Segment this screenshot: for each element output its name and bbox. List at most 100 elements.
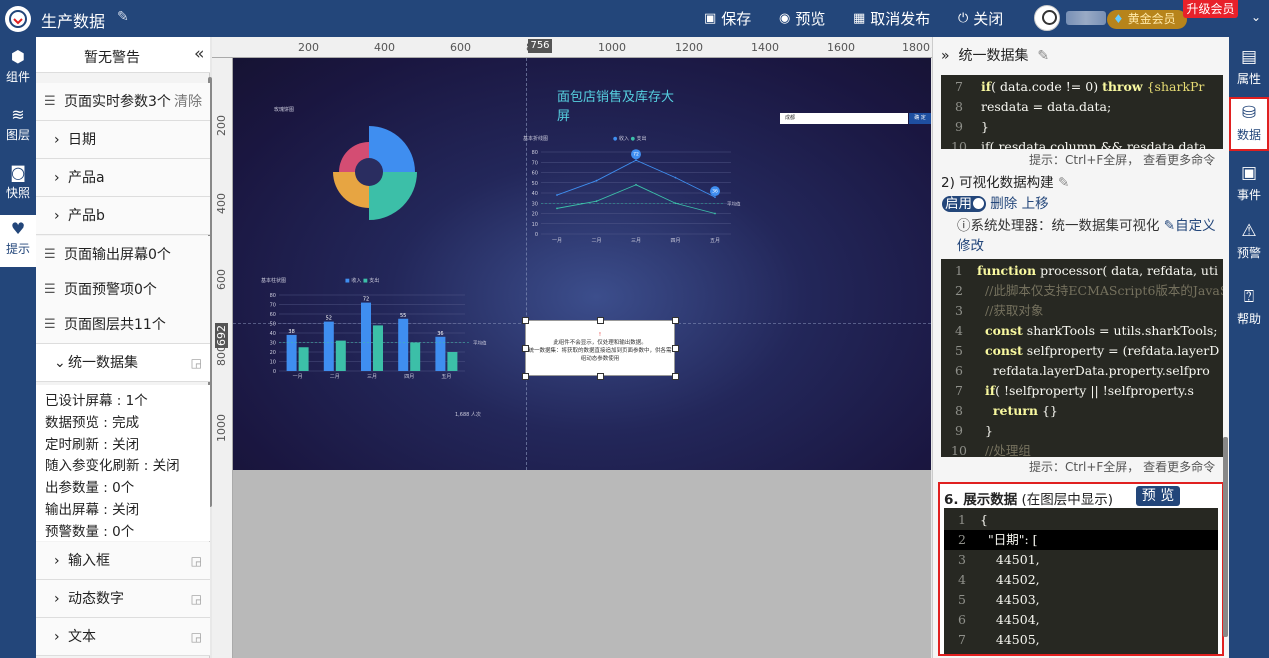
x-tick-label: 一月	[552, 238, 562, 244]
section-title: 6. 展示数据 (在图层中显示)	[944, 492, 1114, 508]
screen-title[interactable]: 面包店销售及库存大屏	[557, 86, 675, 124]
param-item[interactable]: › 日期	[36, 121, 210, 159]
y-tick-label: 0	[535, 232, 538, 238]
unpublish-button[interactable]: ▦ 取消发布	[853, 8, 930, 29]
params-row[interactable]: ☰ 页面实时参数3个 清除	[36, 83, 210, 121]
data-point	[714, 212, 716, 215]
dataset-row[interactable]: ⌄ 统一数据集 ◲	[36, 344, 210, 382]
line-legend: ● 收入 ● 支出	[613, 136, 647, 142]
y-tick-label: 50	[532, 181, 538, 187]
locate-icon[interactable]: ◲	[191, 344, 202, 382]
save-button[interactable]: ▣ 保存	[704, 8, 751, 29]
close-button[interactable]: ⏻ 关闭	[958, 8, 1003, 29]
layers-row[interactable]: ☰ 页面图层共11个	[36, 306, 210, 344]
clear-button[interactable]: 清除	[174, 83, 202, 121]
rail-help[interactable]: ⍰ 帮助	[1229, 283, 1269, 333]
json-viewer[interactable]: 1{ 2 "日期": [ 3 44501, 4 44502, 5 44503, …	[944, 508, 1218, 654]
edit-title-icon[interactable]: ✎	[117, 9, 129, 25]
cube-icon: ⬢	[11, 47, 25, 66]
rail-alerts[interactable]: ⚠ 预警	[1229, 217, 1269, 267]
resize-handle[interactable]	[597, 317, 604, 324]
resize-handle[interactable]	[522, 345, 529, 352]
resize-handle[interactable]	[522, 373, 529, 380]
edit-icon[interactable]: ✎	[1037, 48, 1049, 64]
upgrade-button[interactable]: 升级会员	[1183, 0, 1238, 18]
data-label: 38	[288, 329, 294, 335]
component-item[interactable]: › 输入框 ◲	[36, 542, 210, 580]
rail-properties[interactable]: ▤ 属性	[1229, 43, 1269, 93]
rail-data[interactable]: ⛁ 数据	[1229, 97, 1269, 151]
panel-header: » 统一数据集 ✎	[941, 48, 1050, 64]
locate-icon[interactable]: ◲	[191, 580, 202, 618]
rail-snapshot[interactable]: ◙ 快照	[0, 159, 36, 209]
panel-header: 暂无警告 «	[36, 37, 210, 73]
resize-handle[interactable]	[672, 317, 679, 324]
x-tick-label: 二月	[330, 374, 340, 380]
custom-link[interactable]: ✎自定义	[1164, 218, 1216, 234]
locate-icon[interactable]: ◲	[191, 542, 202, 580]
locate-icon[interactable]: ◲	[191, 618, 202, 656]
rail-tips[interactable]: ♥ 提示	[0, 215, 36, 267]
bar-chart[interactable]: 80 70 60 50 40 30 20 10 0 一月 38 二月 52 三月 72 四月 55 五月 36 平均值	[259, 286, 499, 382]
city-input[interactable]: 成都	[780, 113, 908, 124]
resize-handle[interactable]	[672, 345, 679, 352]
layers-icon: ≋	[11, 105, 25, 124]
output-screens-row[interactable]: ☰ 页面输出屏幕0个	[36, 236, 210, 274]
rose-pie-chart[interactable]	[333, 124, 423, 224]
rail-events[interactable]: ▣ 事件	[1229, 159, 1269, 209]
bar	[410, 342, 421, 371]
moveup-link[interactable]: 上移	[1022, 196, 1049, 212]
dataset-details: 已设计屏幕 : 1个 数据预览 : 完成 定时刷新 : 关闭 随入参变化刷新 :…	[36, 385, 210, 541]
event-icon: ▣	[1240, 163, 1258, 183]
left-rail: ⬢ 组件 ≋ 图层 ◙ 快照 ♥ 提示	[0, 37, 36, 658]
camera-icon: ◙	[10, 163, 26, 182]
code-editor[interactable]: 7 if( data.code != 0) throw {sharkPr 8 r…	[941, 75, 1223, 149]
chevron-down-icon[interactable]: ⌄	[1251, 10, 1261, 24]
qrcode-icon: ▦	[853, 11, 866, 26]
step-controls: 启用 删除 上移	[942, 192, 1049, 212]
preview-button[interactable]: ◉ 预览	[779, 8, 825, 29]
x-tick-label: 五月	[441, 374, 451, 380]
y-tick-label: 20	[270, 350, 276, 356]
param-item[interactable]: › 产品b	[36, 197, 210, 235]
processor-code-editor[interactable]: 1 function processor( data, refdata, uti …	[941, 259, 1223, 457]
edit-icon[interactable]: ✎	[1058, 175, 1069, 191]
member-badge[interactable]: ♦ 黄金会员	[1107, 10, 1187, 29]
confirm-button[interactable]: 确 定	[909, 113, 931, 124]
preview-data-button[interactable]: 预 览	[1136, 486, 1180, 506]
bar-legend: ■ 收入 ■ 支出	[345, 278, 380, 284]
resize-handle[interactable]	[522, 317, 529, 324]
delete-link[interactable]: 删除	[990, 196, 1017, 212]
alerts-row[interactable]: ☰ 页面预警项0个	[36, 271, 210, 309]
canvas-backdrop	[233, 470, 931, 658]
component-item[interactable]: › 动态数字 ◲	[36, 580, 210, 618]
guide-line	[526, 58, 527, 470]
expand-icon[interactable]: »	[941, 48, 950, 64]
y-tick-label: 60	[270, 312, 276, 318]
bar	[286, 334, 297, 371]
series-line	[556, 184, 716, 214]
bar-chart-title: 基本柱状图	[261, 278, 287, 284]
dataset-component[interactable]: ! 此组件不会显示，仅处理和输出数据。 统一数据集：将获取的数据直接追加到页面参…	[522, 317, 679, 380]
rail-components[interactable]: ⬢ 组件	[0, 43, 36, 93]
bar	[298, 347, 309, 371]
y-tick-label: 60	[532, 171, 538, 177]
rail-layers[interactable]: ≋ 图层	[0, 101, 36, 151]
y-tick-label: 70	[532, 160, 538, 166]
resize-handle[interactable]	[672, 373, 679, 380]
pin-label: 72	[633, 152, 639, 158]
param-item[interactable]: › 产品a	[36, 159, 210, 197]
avatar[interactable]	[1034, 5, 1060, 31]
component-item[interactable]: › 文本 ◲	[36, 618, 210, 656]
chevron-right-icon: ›	[54, 591, 60, 607]
line-chart[interactable]: 80 70 60 50 40 30 20 10 0 一月 二月 三月 四月 五月 平均值 72 36	[521, 144, 751, 244]
resize-handle[interactable]	[597, 373, 604, 380]
design-canvas[interactable]: 面包店销售及库存大屏 玫瑰饼图 成都 确 定 基本折线图 ● 收入 ● 支出 8…	[233, 58, 931, 470]
data-point	[714, 196, 716, 198]
collapse-icon[interactable]: «	[194, 44, 204, 64]
modify-link[interactable]: 修改	[957, 234, 984, 254]
enable-toggle[interactable]: 启用	[942, 196, 986, 212]
average-label: 平均值	[473, 340, 487, 347]
x-tick-label: 五月	[710, 238, 720, 244]
scrollbar[interactable]	[1223, 437, 1228, 637]
